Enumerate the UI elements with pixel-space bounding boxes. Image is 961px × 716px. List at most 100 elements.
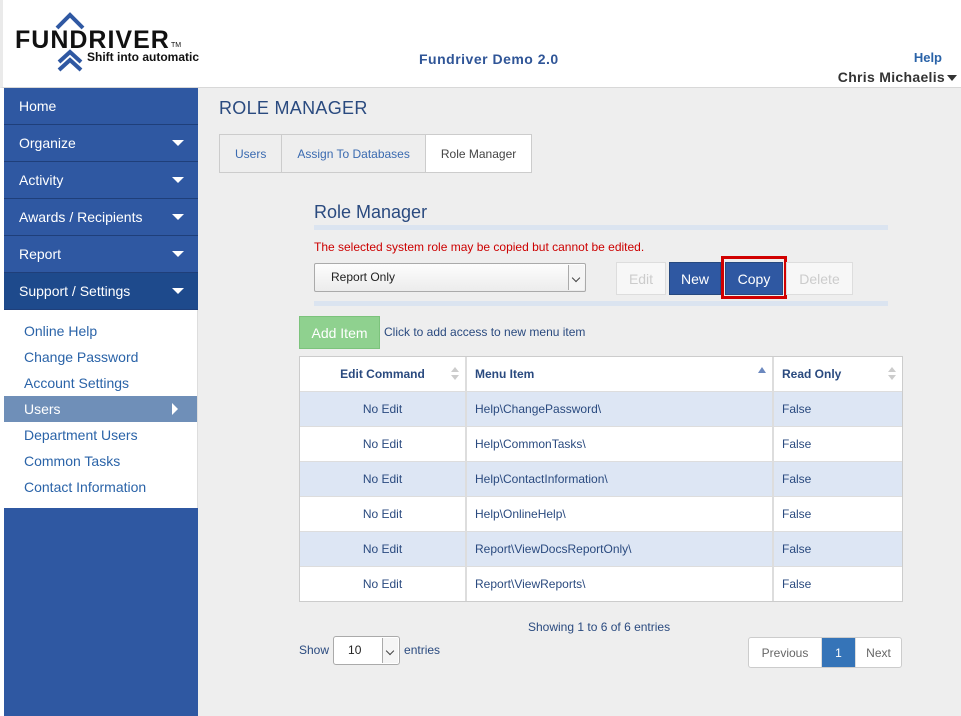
- table-row[interactable]: No Edit Help\OnlineHelp\ False: [300, 496, 902, 531]
- divider: [314, 225, 888, 230]
- divider: [314, 301, 888, 306]
- sort-icon: [451, 367, 459, 381]
- sidebar: Home Organize Activity Awards / Recipien…: [4, 88, 198, 716]
- previous-page-button[interactable]: Previous: [749, 638, 822, 667]
- main-content: ROLE MANAGER Users Assign To Databases R…: [198, 88, 961, 716]
- cell-read-only: False: [782, 472, 812, 486]
- nav-organize[interactable]: Organize: [4, 125, 198, 162]
- dropdown-triangle-icon: [172, 214, 184, 220]
- column-header-edit-command[interactable]: Edit Command: [300, 357, 467, 391]
- page-1-button[interactable]: 1: [822, 638, 855, 667]
- cell-edit-command: No Edit: [300, 427, 467, 461]
- new-button[interactable]: New: [669, 262, 721, 295]
- page-length-value: 10: [348, 642, 362, 657]
- dropdown-triangle-icon: [172, 177, 184, 183]
- cell-read-only: False: [782, 577, 812, 591]
- nav-activity[interactable]: Activity: [4, 162, 198, 199]
- dropdown-triangle-icon: [172, 140, 184, 146]
- warning-message: The selected system role may be copied b…: [314, 240, 645, 254]
- support-settings-submenu: Online Help Change Password Account Sett…: [4, 310, 198, 508]
- nav-label: Home: [19, 98, 57, 114]
- app-title: Fundriver Demo 2.0: [419, 51, 559, 67]
- tab-role-manager[interactable]: Role Manager: [424, 134, 533, 173]
- submenu-change-password[interactable]: Change Password: [4, 344, 197, 370]
- dropdown-triangle-icon: [172, 288, 184, 294]
- chevron-down-icon: [568, 265, 584, 290]
- submenu-contact-information[interactable]: Contact Information: [4, 474, 197, 500]
- submenu-account-settings[interactable]: Account Settings: [4, 370, 197, 396]
- section-title: Role Manager: [314, 202, 428, 222]
- sort-icon: [888, 367, 896, 381]
- chevron-down-icon: [382, 637, 399, 663]
- submenu-department-users[interactable]: Department Users: [4, 422, 197, 448]
- page-title: ROLE MANAGER: [219, 98, 368, 118]
- header: FUNDRIVER TM Shift into automatic Fundri…: [0, 0, 961, 88]
- logo-tagline: Shift into automatic: [87, 50, 199, 64]
- cell-edit-command: No Edit: [300, 392, 467, 426]
- cell-menu-item: Help\ContactInformation\: [467, 462, 774, 496]
- column-header-read-only[interactable]: Read Only: [774, 357, 902, 391]
- submenu-users[interactable]: Users: [4, 396, 197, 422]
- cell-read-only: False: [782, 437, 812, 451]
- page-length-select[interactable]: 10: [333, 635, 401, 665]
- column-header-menu-item[interactable]: Menu Item: [467, 357, 774, 391]
- cell-menu-item: Report\ViewReports\: [467, 567, 774, 601]
- add-item-hint: Click to add access to new menu item: [384, 325, 586, 339]
- column-header-label: Read Only: [782, 367, 842, 381]
- role-select[interactable]: Report Only: [314, 263, 586, 292]
- logo-trademark: TM: [171, 42, 182, 49]
- delete-button[interactable]: Delete: [786, 262, 853, 295]
- cell-edit-command: No Edit: [300, 462, 467, 496]
- cell-menu-item: Help\OnlineHelp\: [467, 497, 774, 531]
- copy-button[interactable]: Copy: [725, 262, 783, 295]
- add-item-button[interactable]: Add Item: [299, 316, 380, 349]
- page-length-control: Show 10 entries: [299, 635, 440, 665]
- cell-edit-command: No Edit: [300, 567, 467, 601]
- next-page-button[interactable]: Next: [855, 638, 901, 667]
- menu-items-table: Edit Command Menu Item Read Only No Edit…: [299, 356, 903, 602]
- table-row[interactable]: No Edit Help\ContactInformation\ False: [300, 461, 902, 496]
- cell-menu-item: Report\ViewDocsReportOnly\: [467, 532, 774, 566]
- user-menu[interactable]: Chris Michaelis: [838, 69, 957, 85]
- help-link[interactable]: Help: [914, 50, 942, 65]
- nav-awards-recipients[interactable]: Awards / Recipients: [4, 199, 198, 236]
- table-row[interactable]: No Edit Help\CommonTasks\ False: [300, 426, 902, 461]
- table-row[interactable]: No Edit Report\ViewReports\ False: [300, 566, 902, 601]
- chevron-right-icon: [172, 403, 178, 415]
- nav-home[interactable]: Home: [4, 88, 198, 125]
- table-info: Showing 1 to 6 of 6 entries: [528, 620, 671, 634]
- nav-label: Organize: [19, 135, 76, 151]
- table-row[interactable]: No Edit Report\ViewDocsReportOnly\ False: [300, 531, 902, 566]
- nav-label: Awards / Recipients: [19, 209, 143, 225]
- nav-support-settings[interactable]: Support / Settings: [4, 273, 198, 310]
- dropdown-triangle-icon: [172, 251, 184, 257]
- cell-edit-command: No Edit: [300, 497, 467, 531]
- nav-report[interactable]: Report: [4, 236, 198, 273]
- nav-label: Activity: [19, 172, 64, 188]
- role-select-value: Report Only: [331, 270, 396, 284]
- show-label: Show: [299, 643, 330, 657]
- pagination: Previous 1 Next: [748, 637, 902, 668]
- submenu-online-help[interactable]: Online Help: [4, 318, 197, 344]
- cell-menu-item: Help\CommonTasks\: [467, 427, 774, 461]
- caret-down-icon: [947, 75, 957, 82]
- column-header-label: Menu Item: [475, 367, 535, 381]
- table-header-row: Edit Command Menu Item Read Only: [300, 357, 902, 391]
- nav-label: Support / Settings: [19, 283, 131, 299]
- column-header-label: Edit Command: [340, 367, 425, 381]
- submenu-common-tasks[interactable]: Common Tasks: [4, 448, 197, 474]
- fundriver-logo[interactable]: FUNDRIVER TM Shift into automatic: [13, 12, 213, 74]
- entries-label: entries: [404, 643, 441, 657]
- cell-menu-item: Help\ChangePassword\: [467, 392, 774, 426]
- cell-edit-command: No Edit: [300, 532, 467, 566]
- tab-assign-to-databases[interactable]: Assign To Databases: [281, 134, 425, 173]
- cell-read-only: False: [782, 507, 812, 521]
- tab-users[interactable]: Users: [219, 134, 282, 173]
- nav-label: Report: [19, 246, 62, 262]
- submenu-label: Users: [24, 401, 61, 417]
- cell-read-only: False: [782, 402, 812, 416]
- user-name: Chris Michaelis: [837, 69, 945, 85]
- edit-button[interactable]: Edit: [616, 262, 666, 295]
- sort-ascending-icon: [758, 367, 766, 373]
- table-row[interactable]: No Edit Help\ChangePassword\ False: [300, 391, 902, 426]
